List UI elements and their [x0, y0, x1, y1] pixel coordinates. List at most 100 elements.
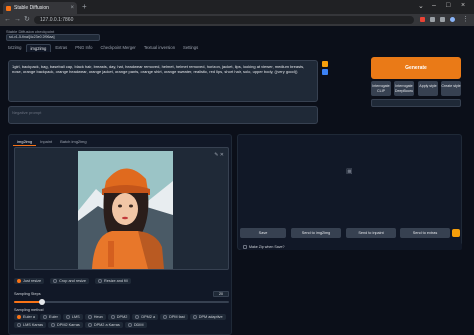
sampling-steps-slider[interactable]	[14, 299, 229, 305]
sampler-option[interactable]: DPM2	[107, 314, 131, 320]
main-tabs: txt2img img2img Extras PNG Info Checkpoi…	[4, 44, 202, 52]
radio-icon	[135, 315, 140, 319]
send-to-extras-button[interactable]: Send to extras	[400, 228, 450, 238]
sampler-option[interactable]: DPM adaptive	[189, 314, 226, 320]
zip-option[interactable]: Make Zip when Save?	[240, 243, 462, 250]
sampling-steps-input[interactable]: 20	[213, 291, 229, 297]
menu-icon[interactable]: ⋮	[462, 16, 469, 24]
radio-icon	[163, 315, 168, 319]
radio-icon	[17, 315, 21, 319]
zip-label: Make Zip when Save?	[249, 244, 285, 249]
prompt-input[interactable]: 1girl, backpack, bag, baseball cap, blac…	[8, 60, 318, 102]
puzzle-icon[interactable]	[430, 17, 435, 22]
forward-icon[interactable]: →	[14, 16, 21, 24]
folder-icon[interactable]	[452, 229, 460, 237]
maximize-button[interactable]: □	[446, 2, 450, 9]
img2img-input-panel: img2img Inpaint Batch img2img ✎ ✕ Just r…	[8, 134, 232, 335]
sampler-option[interactable]: DPM fast	[160, 314, 188, 320]
sampling-steps-label: Sampling Steps	[14, 292, 41, 296]
tab-txt2img[interactable]: txt2img	[4, 44, 26, 52]
sampler-option[interactable]: DPM2 a	[132, 314, 159, 320]
radio-icon	[53, 278, 58, 283]
send-to-img2img-button[interactable]: Send to img2img	[291, 228, 341, 238]
radio-icon	[127, 323, 132, 327]
sampling-method-label: Sampling method	[14, 308, 44, 312]
radio-icon	[17, 323, 21, 327]
resize-just-resize-label: Just resize	[23, 278, 42, 283]
reload-icon[interactable]: ↻	[24, 16, 30, 24]
style-select[interactable]	[371, 99, 461, 107]
sampler-label: DPM2 Karras	[57, 323, 80, 327]
browser-tabstrip: Stable Diffusion × + ⌄ – □ ×	[0, 0, 474, 14]
profile-avatar[interactable]	[450, 17, 455, 22]
interrogate-clip-button[interactable]: Interrogate CLIP	[371, 81, 391, 96]
sampler-label: DPM adaptive	[198, 315, 223, 319]
back-icon[interactable]: ←	[4, 16, 11, 24]
tab-settings[interactable]: Settings	[179, 44, 202, 52]
sampler-option[interactable]: Heun	[84, 314, 106, 320]
resize-crop-label: Crop and resize	[59, 278, 86, 283]
sampler-label: DPM2	[116, 315, 128, 319]
resize-fill-option[interactable]: Resize and fill	[94, 277, 131, 284]
subtab-inpaint[interactable]: Inpaint	[36, 138, 56, 146]
interrogate-deepbooru-button[interactable]: Interrogate DeepBooru	[394, 81, 414, 96]
radio-icon	[192, 315, 197, 319]
sidebar-icon[interactable]	[440, 17, 445, 22]
radio-icon	[51, 323, 56, 327]
subtab-img2img[interactable]: img2img	[13, 138, 37, 146]
sampler-label: DPM2 a	[141, 315, 156, 319]
tab-textual-inversion[interactable]: Textual inversion	[140, 44, 179, 52]
sampler-label: DDIM	[133, 323, 144, 327]
radio-icon	[43, 315, 48, 319]
sampler-option[interactable]: LMS	[62, 314, 83, 320]
close-tab-icon[interactable]: ×	[70, 5, 74, 11]
sampler-option[interactable]: Euler a	[14, 314, 39, 320]
browser-tab-title: Stable Diffusion	[14, 5, 49, 11]
sampler-option[interactable]: DPM2 Karras	[48, 322, 83, 328]
trash-icon[interactable]	[322, 69, 328, 75]
sampler-radio-group: Euler a Euler LMS Heun DPM2 DPM2 a DPM fast DPM…	[14, 314, 229, 328]
image-upload-area[interactable]: ✎ ✕	[14, 147, 229, 270]
create-style-button[interactable]: Create style	[441, 81, 461, 96]
send-to-inpaint-button[interactable]: Send to inpaint	[346, 228, 396, 238]
sampler-label: LMS	[71, 315, 80, 319]
save-button[interactable]: Save	[240, 228, 286, 238]
apply-style-button[interactable]: Apply style	[418, 81, 438, 96]
browser-tab[interactable]: Stable Diffusion ×	[3, 2, 77, 14]
radio-icon	[65, 315, 70, 319]
sampler-option[interactable]: DDIM	[124, 322, 147, 328]
image-placeholder-icon: ▣	[346, 168, 353, 175]
radio-icon	[110, 315, 115, 319]
sampler-option[interactable]: LMS Karras	[14, 322, 47, 328]
resize-crop-option[interactable]: Crop and resize	[50, 277, 89, 284]
resize-fill-label: Resize and fill	[103, 278, 128, 283]
slider-fill	[14, 301, 42, 303]
sampler-option[interactable]: Euler	[40, 314, 61, 320]
source-image	[78, 151, 173, 269]
tab-png-info[interactable]: PNG Info	[71, 44, 96, 52]
tab-extras[interactable]: Extras	[51, 44, 71, 52]
new-tab-button[interactable]: +	[82, 2, 87, 12]
paste-icon[interactable]	[322, 61, 328, 67]
resize-just-resize-option[interactable]: Just resize	[14, 277, 45, 284]
browser-toolbar: ← → ↻ 127.0.0.1:7860 ⋮	[0, 14, 474, 26]
resize-mode-group: Just resize Crop and resize Resize and f…	[14, 276, 229, 285]
subtab-batch-img2img[interactable]: Batch img2img	[56, 138, 90, 146]
minimize-button[interactable]: –	[432, 2, 436, 9]
checkpoint-select[interactable]: sd-v1-5-final[4c23e0 2f96aa]	[6, 34, 100, 41]
sampler-option[interactable]: DPM2 a Karras	[84, 322, 123, 328]
extension-icon[interactable]	[420, 17, 425, 22]
sampler-label: Euler a	[23, 315, 36, 319]
img2img-subtabs: img2img Inpaint Batch img2img	[13, 138, 91, 146]
generate-button[interactable]: Generate	[371, 57, 461, 79]
checkbox-icon[interactable]	[243, 244, 247, 249]
tab-checkpoint-merger[interactable]: Checkpoint Merger	[96, 44, 139, 52]
edit-and-clear-icons[interactable]: ✎ ✕	[214, 152, 224, 158]
address-bar[interactable]: 127.0.0.1:7860	[34, 16, 414, 24]
sampler-label: DPM fast	[169, 315, 185, 319]
tab-search-icon[interactable]: ⌄	[418, 2, 424, 10]
close-window-button[interactable]: ×	[461, 2, 465, 9]
negative-prompt-input[interactable]: Negative prompt	[8, 106, 318, 124]
tab-img2img[interactable]: img2img	[25, 44, 52, 52]
slider-knob[interactable]	[38, 299, 45, 305]
